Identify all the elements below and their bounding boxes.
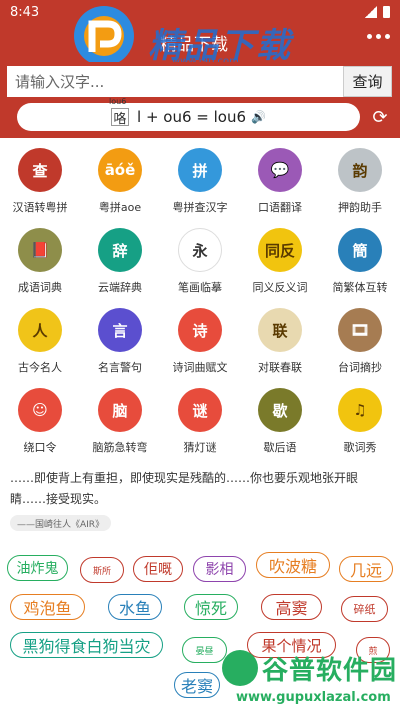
more-menu-icon[interactable] <box>367 34 390 39</box>
rhyme-icon: 韵 <box>338 148 382 192</box>
feature-label: 成语词典 <box>18 281 62 294</box>
pinyin-char-romanization: lou6 <box>109 97 127 106</box>
feature-label: 对联春联 <box>258 361 302 374</box>
feature-label: 汉语转粤拼 <box>12 201 68 214</box>
status-bar: 8:43 <box>0 0 400 24</box>
feature-label: 绕口令 <box>23 441 57 454</box>
feature-item[interactable]: 📕 成语词典 <box>0 220 80 300</box>
app-bar: 精品下载 <box>0 24 400 62</box>
refresh-icon[interactable]: ⟳ <box>369 106 391 128</box>
feature-label: 笔画临摹 <box>178 281 222 294</box>
feature-item[interactable]: 韵押韵助手 <box>320 140 400 220</box>
pinyin-demo-pill[interactable]: lou6 咯 l + ou6 = lou6 🔊 <box>17 97 360 131</box>
hanyu-to-yuepin-icon: 查 <box>18 148 62 192</box>
search-button[interactable]: 查询 <box>343 66 392 97</box>
word-tag[interactable]: 鸡泡鱼 <box>10 594 85 620</box>
feature-label: 歌词秀 <box>343 441 377 454</box>
feature-item[interactable]: ☺ 绕口令 <box>0 380 80 460</box>
pinyin-formula: l + ou6 = lou6 <box>137 108 247 126</box>
feature-label: 简繁体互转 <box>332 281 388 294</box>
famous-person-icon: 人 <box>18 308 62 352</box>
feature-label: 粤拼aoe <box>98 201 142 214</box>
feature-item[interactable]: 拼粤拼查汉字 <box>160 140 240 220</box>
word-tag[interactable]: 碎纸 <box>341 596 388 622</box>
word-tag[interactable]: 惊死 <box>184 594 238 620</box>
idiom-book-icon: 📕 <box>18 228 62 272</box>
word-tag[interactable]: 吹波糖 <box>256 552 330 578</box>
word-tag-cloud: 油炸鬼 斯所 佢嘅 影相 吹波糖 几远鸡泡鱼 水鱼 惊死 高窦 碎纸黑狗得食白狗当灾 晏昼 果个情况煎… <box>0 540 400 712</box>
word-tag[interactable]: 斯所 <box>80 557 124 583</box>
word-tag[interactable]: 油炸鬼 <box>7 555 68 581</box>
word-tag[interactable]: 晏昼 <box>182 637 227 663</box>
feature-item[interactable]: 永笔画临摹 <box>160 220 240 300</box>
feature-label: 押韵助手 <box>338 201 382 214</box>
stroke-icon: 永 <box>178 228 222 272</box>
battery-icon <box>383 6 390 18</box>
word-tag[interactable]: 几远 <box>339 556 393 582</box>
aoe-icon: āóě <box>98 148 142 192</box>
feature-item[interactable]: 💬 口语翻译 <box>240 140 320 220</box>
film-reel-icon: 🎞 <box>338 308 382 352</box>
speech-bubble-icon: 💬 <box>258 148 302 192</box>
quote-person-icon: 言 <box>98 308 142 352</box>
couplet-icon: 联 <box>258 308 302 352</box>
feature-label: 口语翻译 <box>258 201 302 214</box>
yuepin-lookup-icon: 拼 <box>178 148 222 192</box>
feature-label: 云端辞典 <box>98 281 142 294</box>
feature-item[interactable]: 谜猜灯谜 <box>160 380 240 460</box>
feature-item[interactable]: 诗诗词曲赋文 <box>160 300 240 380</box>
app-title: 精品下载 <box>160 35 228 55</box>
word-tag[interactable]: 水鱼 <box>108 594 162 620</box>
synonym-icon: 同反 <box>258 228 302 272</box>
feature-grid: 查汉语转粤拼 āóě 粤拼aoe 拼粤拼查汉字 💬 口语翻译 韵押韵助手 📕 成语词典 辞云端辞典… <box>0 140 400 460</box>
search-input[interactable] <box>7 66 343 97</box>
status-time: 8:43 <box>10 4 40 20</box>
feature-label: 歇后语 <box>263 441 297 454</box>
word-tag[interactable]: 老窦 <box>174 672 220 698</box>
word-tag[interactable]: 黑狗得食白狗当灾 <box>10 632 163 658</box>
tongue-twister-icon: ☺ <box>18 388 62 432</box>
feature-item[interactable]: 歇歇后语 <box>240 380 320 460</box>
feature-item[interactable]: 人古今名人 <box>0 300 80 380</box>
feature-label: 诗词曲赋文 <box>172 361 228 374</box>
word-tag[interactable]: 煎 <box>356 637 390 663</box>
feature-label: 脑筋急转弯 <box>92 441 148 454</box>
feature-label: 古今名人 <box>18 361 62 374</box>
feature-item[interactable]: 🎞 台词摘抄 <box>320 300 400 380</box>
word-tag[interactable]: 果个情况 <box>247 632 336 658</box>
feature-item[interactable]: 查汉语转粤拼 <box>0 140 80 220</box>
speaker-icon[interactable]: 🔊 <box>251 110 266 124</box>
feature-label: 台词摘抄 <box>338 361 382 374</box>
word-tag[interactable]: 影相 <box>193 556 246 582</box>
feature-item[interactable]: 脑脑筋急转弯 <box>80 380 160 460</box>
xiehouyu-icon: 歇 <box>258 388 302 432</box>
pinyin-char-box: lou6 咯 <box>109 97 130 127</box>
feature-item[interactable]: 簡简繁体互转 <box>320 220 400 300</box>
simp-trad-icon: 簡 <box>338 228 382 272</box>
feature-item[interactable]: 联对联春联 <box>240 300 320 380</box>
feature-label: 名言警句 <box>98 361 142 374</box>
signal-icon <box>365 6 377 18</box>
word-tag[interactable]: 佢嘅 <box>133 556 183 582</box>
word-tag[interactable]: 高窦 <box>261 594 322 620</box>
feature-item[interactable]: ♫ 歌词秀 <box>320 380 400 460</box>
feature-item[interactable]: 言名言警句 <box>80 300 160 380</box>
music-note-icon: ♫ <box>338 388 382 432</box>
quote-author: ——国崎往人《AIR》 <box>10 515 112 531</box>
feature-item[interactable]: 辞云端辞典 <box>80 220 160 300</box>
quote-text: ……即使背上有重担，即使现实是残酷的……你也要乐观地张开眼睛……接受现实。 <box>10 471 359 506</box>
feature-item[interactable]: 同反 同义反义词 <box>240 220 320 300</box>
feature-label: 粤拼查汉字 <box>172 201 228 214</box>
brain-icon: 脑 <box>98 388 142 432</box>
poetry-icon: 诗 <box>178 308 222 352</box>
feature-label: 同义反义词 <box>252 281 308 294</box>
feature-label: 猜灯谜 <box>183 441 217 454</box>
search-zone: 查询 lou6 咯 l + ou6 = lou6 🔊 ⟳ <box>0 62 400 138</box>
pinyin-char: 咯 <box>113 111 127 127</box>
feature-item[interactable]: āóě 粤拼aoe <box>80 140 160 220</box>
lantern-icon: 谜 <box>178 388 222 432</box>
cloud-dict-icon: 辞 <box>98 228 142 272</box>
